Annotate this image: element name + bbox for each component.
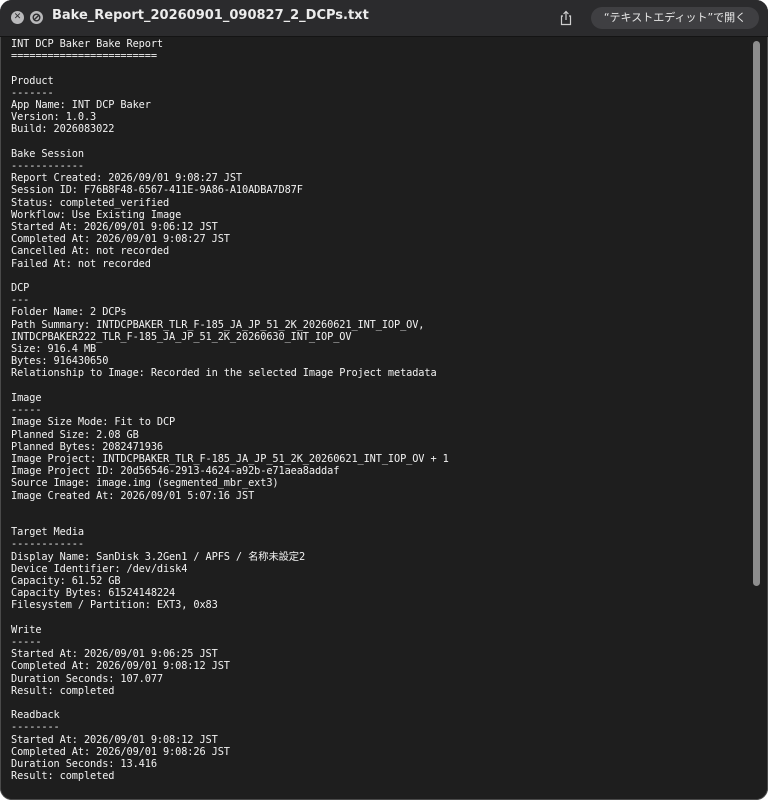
window-title: Bake_Report_20260901_090827_2_DCPs.txt	[52, 8, 369, 23]
open-with-textedit-button[interactable]: “テキストエディット”で開く	[591, 7, 759, 29]
block-icon[interactable]	[30, 11, 43, 24]
report-text[interactable]: INT DCP Baker Bake Report ==============…	[11, 38, 746, 798]
document-content: INT DCP Baker Bake Report ==============…	[1, 37, 767, 799]
block-glyph-icon	[32, 13, 41, 22]
quicklook-window: ✕ Bake_Report_20260901_090827_2_DCPs.txt…	[0, 0, 768, 800]
title-bar: ✕ Bake_Report_20260901_090827_2_DCPs.txt…	[0, 0, 768, 37]
scrollbar-thumb[interactable]	[753, 41, 760, 586]
close-icon[interactable]: ✕	[11, 11, 24, 24]
share-icon[interactable]	[557, 9, 575, 27]
